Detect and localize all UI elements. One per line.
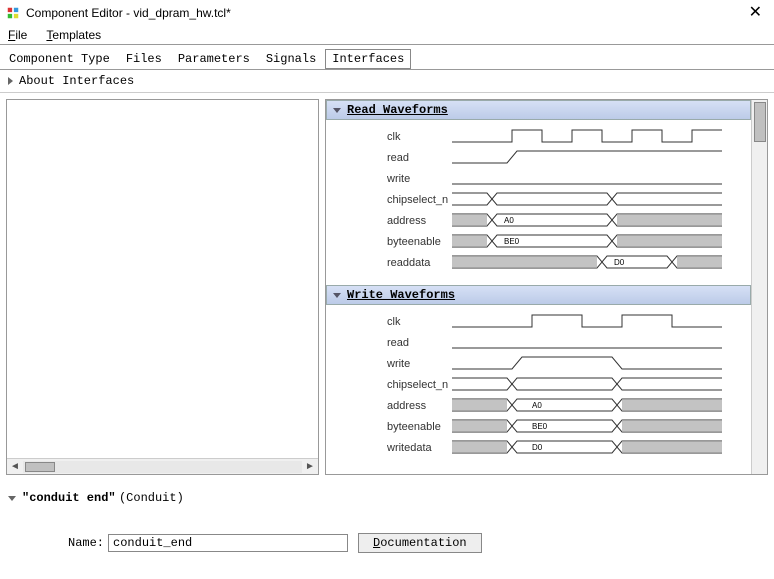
conduit-type: (Conduit): [119, 491, 184, 505]
bus-value: BE0: [504, 237, 520, 246]
app-icon: [6, 6, 20, 20]
waveform-chipselect: [452, 191, 745, 209]
name-row: Name: Documentation: [8, 533, 766, 553]
chevron-down-icon: [8, 496, 16, 501]
chevron-down-icon: [333, 293, 341, 298]
waveform-readdata: D0: [452, 254, 745, 272]
signal-label: byteenable: [332, 421, 452, 433]
conduit-end-section: "conduit end" (Conduit) Name: Documentat…: [0, 481, 774, 557]
conduit-end-toggle[interactable]: "conduit end" (Conduit): [8, 491, 766, 505]
waveform-address: A0: [452, 397, 745, 415]
signal-label: clk: [332, 316, 452, 328]
left-pane: ◄ ►: [6, 99, 319, 475]
window-title: Component Editor - vid_dpram_hw.tcl*: [26, 6, 743, 20]
bus-value: D0: [532, 443, 543, 452]
documentation-button[interactable]: Documentation: [358, 533, 482, 553]
scroll-thumb[interactable]: [754, 102, 766, 142]
section-read-waveforms[interactable]: Read Waveforms: [326, 100, 751, 120]
tab-component-type[interactable]: Component Type: [2, 49, 117, 69]
waveform-chipselect: [452, 376, 745, 394]
signal-label: byteenable: [332, 236, 452, 248]
tab-files[interactable]: Files: [119, 49, 169, 69]
main-content: ◄ ► Read Waveforms clk read write chipse…: [0, 93, 774, 481]
signal-label: address: [332, 400, 452, 412]
menu-templates[interactable]: Templates: [42, 26, 105, 44]
signal-label: write: [332, 358, 452, 370]
waveform-byteenable: BE0: [452, 418, 745, 436]
waveform-read: [452, 149, 745, 167]
waveform-address: A0: [452, 212, 745, 230]
scroll-left-icon[interactable]: ◄: [7, 461, 23, 472]
about-label: About Interfaces: [19, 74, 134, 88]
name-input[interactable]: [108, 534, 348, 552]
name-label: Name:: [68, 536, 104, 550]
scroll-track[interactable]: [23, 461, 302, 473]
read-wave-block: clk read write chipselect_n address A0 by…: [326, 120, 751, 285]
section-read-label: Read Waveforms: [347, 103, 448, 117]
signal-label: write: [332, 173, 452, 185]
waveform-write: [452, 170, 745, 188]
waveform-write: [452, 355, 745, 373]
horizontal-scrollbar[interactable]: ◄ ►: [7, 458, 318, 474]
scroll-thumb[interactable]: [25, 462, 55, 472]
about-interfaces-toggle[interactable]: About Interfaces: [0, 70, 774, 93]
signal-label: writedata: [332, 442, 452, 454]
titlebar: Component Editor - vid_dpram_hw.tcl* ✕: [0, 0, 774, 26]
section-write-waveforms[interactable]: Write Waveforms: [326, 285, 751, 305]
tab-bar: Component Type Files Parameters Signals …: [0, 45, 774, 70]
bus-value: A0: [532, 401, 542, 410]
menubar: File Templates: [0, 26, 774, 45]
right-pane: Read Waveforms clk read write chipselect…: [325, 99, 768, 475]
signal-label: readdata: [332, 257, 452, 269]
write-wave-block: clk read write chipselect_n address A0 by…: [326, 305, 751, 470]
tab-interfaces[interactable]: Interfaces: [325, 49, 411, 69]
signal-label: chipselect_n: [332, 194, 452, 206]
tab-parameters[interactable]: Parameters: [171, 49, 257, 69]
waveforms-content: Read Waveforms clk read write chipselect…: [326, 100, 751, 474]
waveform-clk: [452, 313, 745, 331]
section-write-label: Write Waveforms: [347, 288, 455, 302]
close-icon[interactable]: ✕: [743, 5, 768, 21]
waveform-byteenable: BE0: [452, 233, 745, 251]
bus-value: A0: [504, 216, 514, 225]
signal-label: read: [332, 152, 452, 164]
bus-value: D0: [614, 258, 625, 267]
tab-signals[interactable]: Signals: [259, 49, 323, 69]
signal-label: address: [332, 215, 452, 227]
waveform-writedata: D0: [452, 439, 745, 457]
scroll-right-icon[interactable]: ►: [302, 461, 318, 472]
waveform-clk: [452, 128, 745, 146]
bus-value: BE0: [532, 422, 548, 431]
menu-file[interactable]: File: [4, 26, 31, 44]
chevron-down-icon: [333, 108, 341, 113]
signal-label: clk: [332, 131, 452, 143]
chevron-right-icon: [8, 77, 13, 85]
conduit-name-quoted: "conduit end": [22, 491, 116, 505]
signal-label: read: [332, 337, 452, 349]
vertical-scrollbar[interactable]: [751, 100, 767, 474]
signal-label: chipselect_n: [332, 379, 452, 391]
left-pane-body: [7, 100, 318, 458]
waveform-read: [452, 334, 745, 352]
